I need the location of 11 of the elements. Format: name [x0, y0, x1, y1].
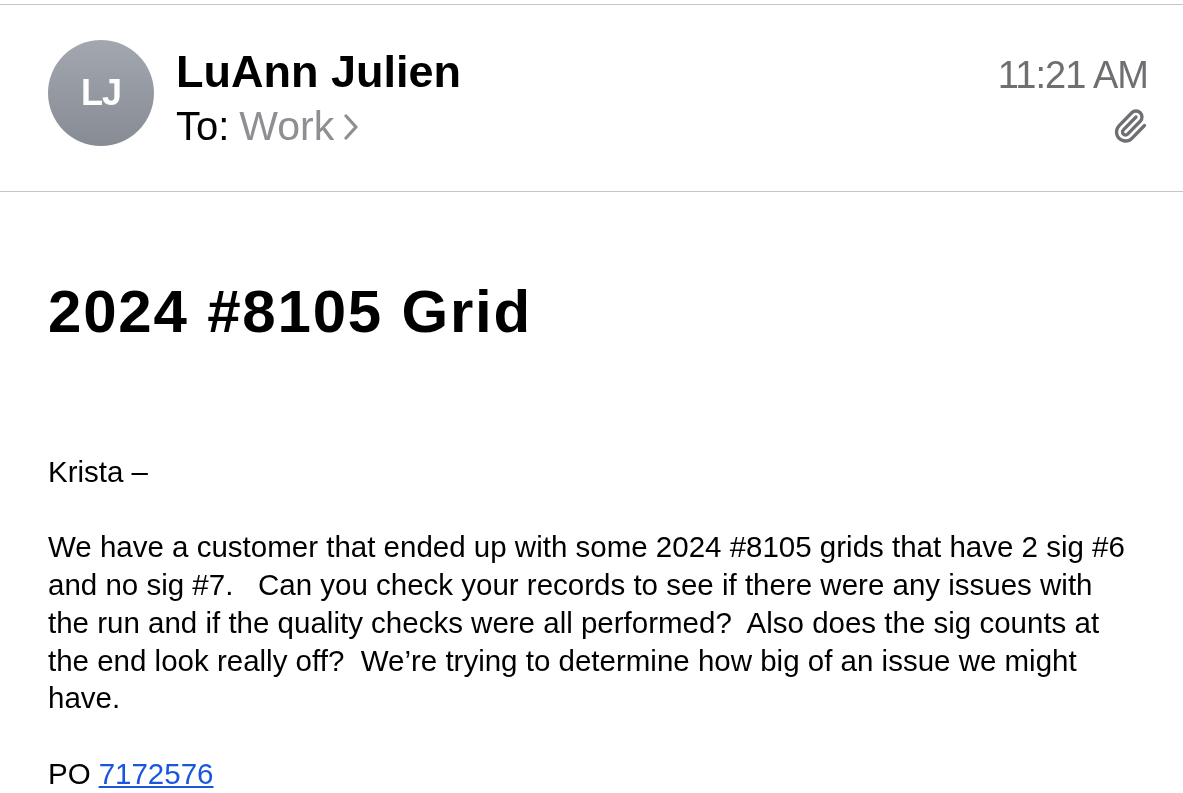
greeting-text: Krista –: [48, 454, 149, 490]
email-subject: 2024 #8105 Grid: [48, 280, 533, 344]
po-label: PO: [48, 755, 91, 792]
recipient-link[interactable]: Work: [239, 103, 359, 149]
body-paragraph: We have a customer that ended up with some 2024 #8105 grids that have 2 sig #6 and no sig #7. Can you check your records to see if there were any issues with the run and if the quality checks were all performed? Also does the sig counts at the end look really off? We’re trying to determine how big of an issue we might have.: [48, 529, 1126, 717]
avatar-initials: LJ: [48, 40, 154, 146]
po-number-link[interactable]: 7172576: [98, 754, 214, 793]
message-time: 11:21 AM: [997, 53, 1148, 97]
chevron-right-icon: [344, 114, 359, 140]
sender-name: LuAnn Julien: [176, 45, 461, 99]
to-label: To:: [176, 103, 230, 149]
